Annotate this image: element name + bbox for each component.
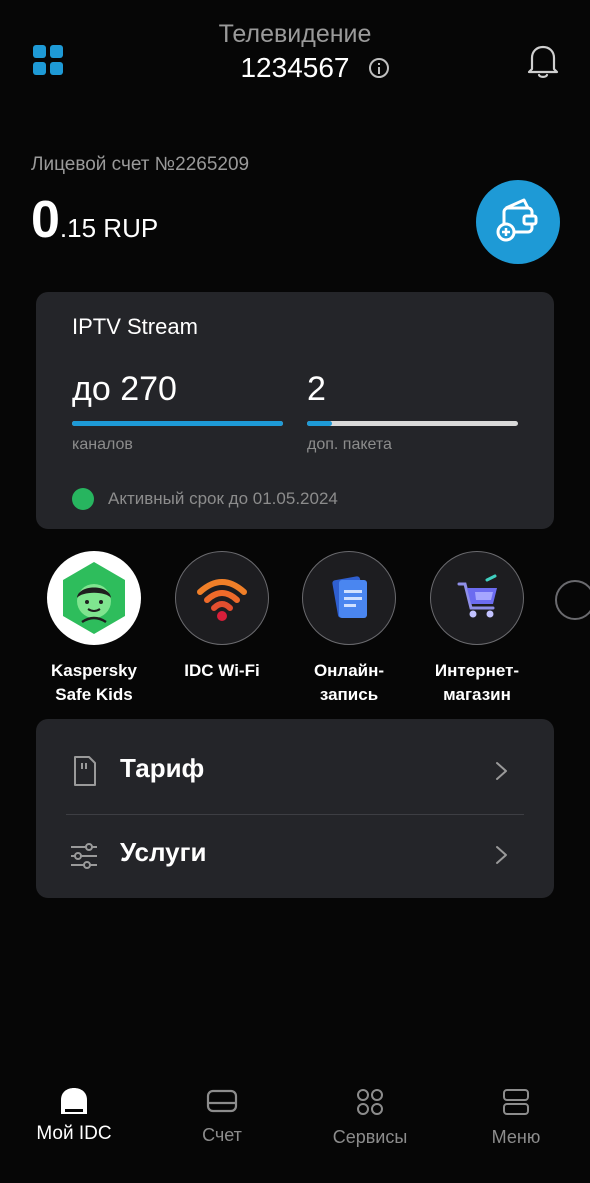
- nav-menu[interactable]: Меню: [446, 1088, 586, 1148]
- info-icon[interactable]: [369, 58, 389, 78]
- service-label: Kaspersky Safe Kids: [50, 661, 137, 704]
- menu-card: Тариф Услуги: [36, 719, 554, 898]
- balance-decimal: .15 RUP: [59, 213, 159, 243]
- sliders-icon: [71, 843, 97, 869]
- status-text: Активный срок до 01.05.2024: [108, 489, 338, 508]
- packages-progress-fill: [307, 421, 333, 426]
- service-booking[interactable]: Онлайн- запись: [285, 551, 413, 707]
- nav-account[interactable]: Счет: [152, 1088, 292, 1146]
- balance-integer: 0: [31, 191, 60, 249]
- service-more-partial[interactable]: [555, 580, 590, 620]
- nav-label-account: Счет: [202, 1125, 242, 1145]
- partial-circle-icon: [555, 580, 590, 620]
- chevron-right-icon: [496, 762, 507, 780]
- channels-progress-fill: [72, 421, 283, 426]
- bell-icon[interactable]: [526, 43, 560, 79]
- packages-value: 2: [307, 370, 326, 408]
- page-title: Телевидение: [218, 20, 372, 48]
- menu-item-tariff[interactable]: Тариф: [36, 731, 554, 815]
- status-indicator: [72, 488, 94, 510]
- nav-home[interactable]: Мой IDC: [4, 1086, 144, 1145]
- menu-item-services[interactable]: Услуги: [36, 815, 554, 899]
- balance: 0.15 RUP: [31, 190, 158, 250]
- sim-card-icon: [74, 756, 96, 786]
- chevron-right-icon: [496, 846, 507, 864]
- contract-number: 1234567: [240, 52, 350, 83]
- channels-label: каналов: [72, 436, 133, 453]
- document-icon: [302, 551, 396, 645]
- service-label: Онлайн- запись: [313, 661, 385, 704]
- service-kaspersky[interactable]: Kaspersky Safe Kids: [30, 551, 158, 707]
- iptv-card[interactable]: IPTV Stream до 270 каналов 2 доп. пакета…: [36, 292, 554, 529]
- nav-services[interactable]: Сервисы: [300, 1088, 440, 1148]
- packages-progress-bar: [307, 421, 518, 426]
- card-icon: [206, 1089, 238, 1113]
- channels-value: до 270: [72, 370, 177, 408]
- menu-label-tariff: Тариф: [120, 753, 205, 783]
- iptv-title: IPTV Stream: [72, 314, 198, 339]
- home-icon: [61, 1088, 87, 1114]
- service-wifi[interactable]: IDC Wi-Fi: [158, 551, 286, 683]
- wallet-plus-icon: [496, 198, 538, 242]
- nav-label-services: Сервисы: [332, 1127, 408, 1147]
- account-number: Лицевой счет №2265209: [31, 154, 250, 175]
- nav-label-home: Мой IDC: [36, 1123, 112, 1144]
- channels-progress-bar: [72, 421, 283, 426]
- kaspersky-kids-icon: [47, 551, 141, 645]
- service-label: Интернет- магазин: [434, 661, 520, 704]
- wifi-icon: [175, 551, 269, 645]
- service-label: IDC Wi-Fi: [184, 661, 260, 680]
- menu-label-services: Услуги: [120, 837, 207, 867]
- top-up-button[interactable]: [476, 180, 560, 264]
- menu-icon: [503, 1089, 529, 1115]
- services-grid-icon: [357, 1089, 383, 1115]
- service-shop[interactable]: Интернет- магазин: [413, 551, 541, 707]
- packages-label: доп. пакета: [307, 436, 392, 453]
- nav-label-menu: Меню: [491, 1127, 541, 1147]
- shopping-cart-icon: [430, 551, 524, 645]
